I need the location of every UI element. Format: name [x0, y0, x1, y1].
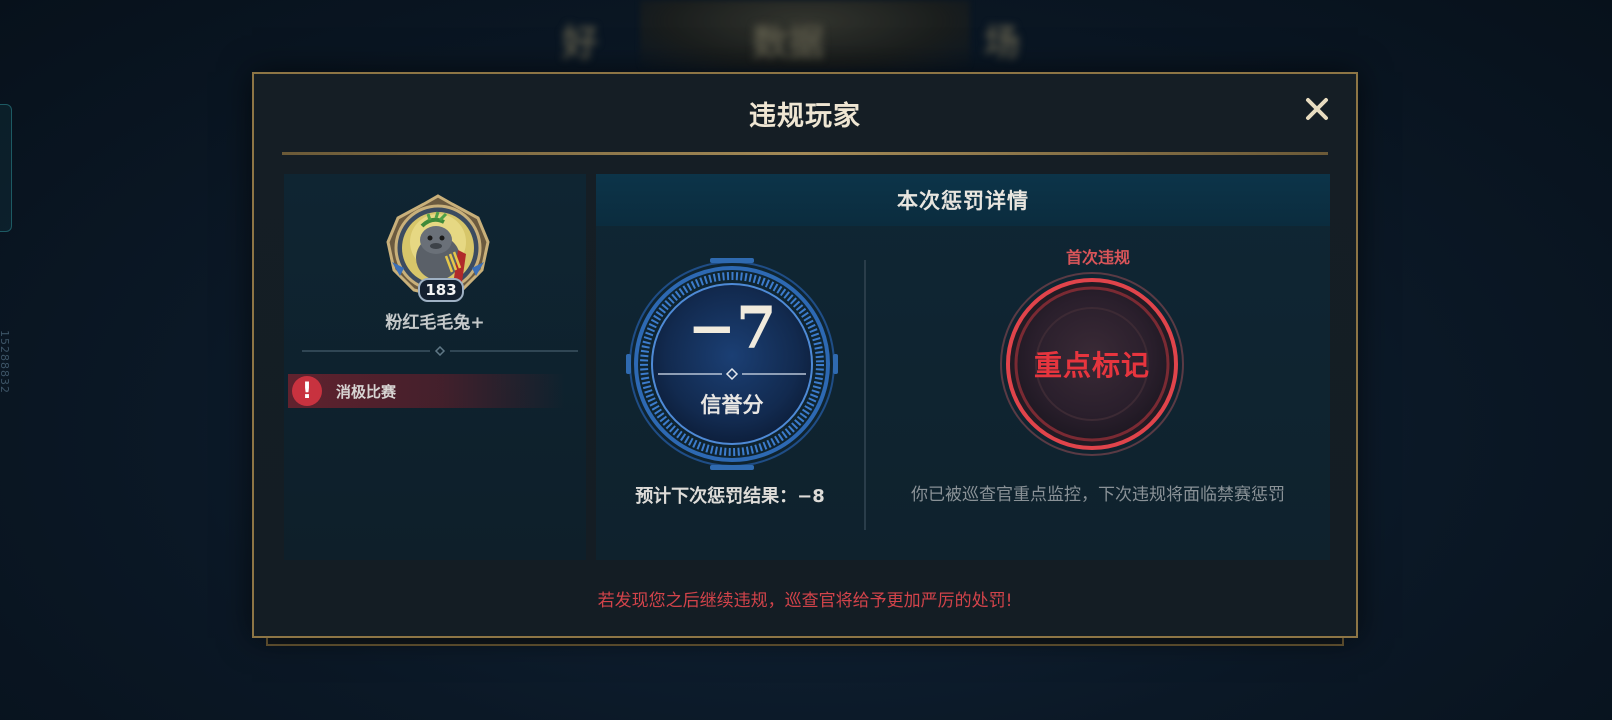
penalty-detail-panel: 本次惩罚详情 −7 信誉分 预计下次惩罚结果：−8 首次违规 重点标记 你已被巡…: [596, 174, 1330, 560]
first-violation-label: 首次违规: [1065, 248, 1130, 267]
key-mark-label: 重点标记: [1033, 349, 1150, 382]
exclamation-icon: !: [292, 376, 322, 406]
warning-text: 若发现您之后继续违规，巡查官将给予更加严厉的处罚!: [597, 591, 1013, 611]
close-icon[interactable]: [1305, 97, 1329, 121]
background-header-right: 场: [984, 23, 1021, 64]
credit-score-ring: [626, 258, 838, 470]
player-panel: 183 粉红毛毛兔+ ! 消极比赛: [284, 174, 586, 560]
violation-dialog: 违规玩家 183 粉红毛毛兔+ ! 消极比赛 本次惩罚详情 −7 信誉分 预计下…: [252, 72, 1358, 638]
violation-label: 消极比赛: [336, 382, 397, 401]
violation-tag: ! 消极比赛: [288, 374, 564, 408]
background-side-id: 15288832: [0, 330, 11, 394]
player-name: 粉红毛毛兔+: [385, 313, 485, 333]
title-divider: [282, 152, 1328, 155]
dialog-bottom-edge: [266, 638, 1344, 646]
background-header-left: 好: [562, 23, 599, 64]
player-avatar[interactable]: 183: [382, 192, 494, 304]
credit-score-change: −7: [687, 294, 777, 362]
credit-score-label: 信誉分: [700, 393, 764, 417]
next-penalty-estimate: 预计下次惩罚结果：−8: [635, 486, 825, 507]
close-button[interactable]: [1302, 94, 1332, 124]
monitor-note: 你已被巡查官重点监控，下次违规将面临禁赛惩罚: [911, 485, 1285, 505]
player-level-badge: 183: [418, 278, 464, 302]
background-side-tab[interactable]: [0, 104, 12, 232]
background-header-center: 数据: [752, 23, 825, 64]
dialog-title: 违规玩家: [749, 101, 861, 132]
penalty-detail-header: 本次惩罚详情: [596, 174, 1330, 226]
name-divider: [302, 346, 578, 356]
